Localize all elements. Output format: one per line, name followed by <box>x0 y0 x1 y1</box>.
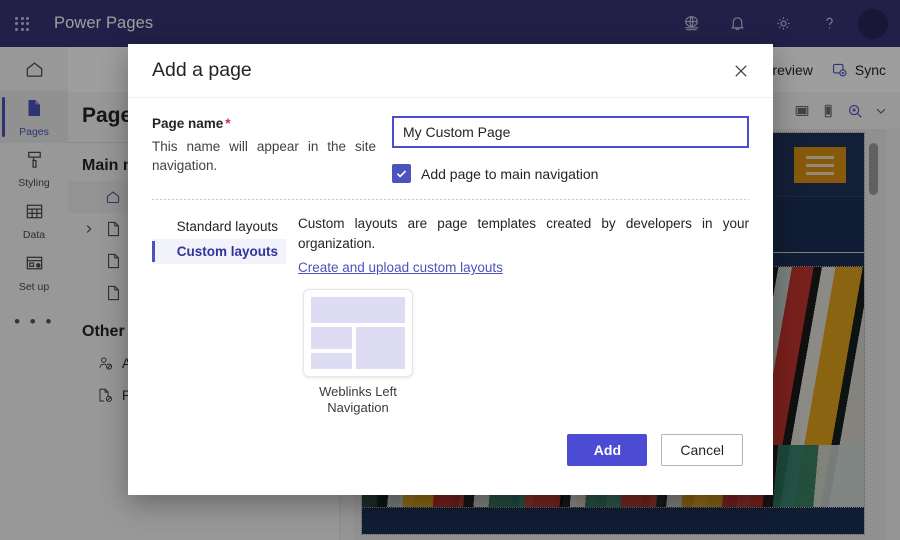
tab-standard-layouts[interactable]: Standard layouts <box>152 214 286 239</box>
thumb-block-right <box>356 327 405 370</box>
power-pages-app: Power Pages Pages Styling Data Set up • … <box>0 0 900 540</box>
layout-tab-panel: Custom layouts are page templates create… <box>286 214 749 417</box>
add-page-dialog: Add a page Page name * This name will app… <box>128 44 773 495</box>
layout-thumbnail-grid: Weblinks Left Navigation <box>298 289 749 417</box>
page-name-input[interactable] <box>392 116 749 148</box>
page-name-input-group: Add page to main navigation <box>392 116 749 183</box>
main-nav-checkbox-label: Add page to main navigation <box>421 165 599 182</box>
page-name-label-group: Page name * This name will appear in the … <box>152 116 392 183</box>
layout-thumbnail-preview <box>303 289 413 378</box>
dialog-title: Add a page <box>152 59 252 81</box>
page-name-label: Page name * <box>152 116 376 131</box>
thumb-block-header <box>311 297 405 324</box>
tab-custom-layouts[interactable]: Custom layouts <box>152 239 286 264</box>
dialog-footer: Add Cancel <box>128 419 773 495</box>
thumb-block-body <box>311 327 405 370</box>
thumb-block-left-top <box>311 327 353 349</box>
close-icon[interactable] <box>725 55 757 87</box>
dialog-header: Add a page <box>128 44 773 98</box>
page-name-help-text: This name will appear in the site naviga… <box>152 139 376 174</box>
thumb-block-left-bottom <box>311 352 353 370</box>
layouts-section: Standard layouts Custom layouts Custom l… <box>152 200 749 417</box>
required-marker: * <box>225 116 231 131</box>
dialog-body: Page name * This name will appear in the … <box>128 98 773 419</box>
layout-tab-list: Standard layouts Custom layouts <box>152 214 286 417</box>
thumb-block-left-column <box>311 327 353 370</box>
create-upload-custom-layouts-link[interactable]: Create and upload custom layouts <box>298 260 503 275</box>
cancel-button[interactable]: Cancel <box>661 434 743 466</box>
page-name-label-text: Page name <box>152 116 224 131</box>
add-button[interactable]: Add <box>567 434 648 466</box>
main-nav-checkbox-row[interactable]: Add page to main navigation <box>392 164 749 183</box>
main-nav-checkbox[interactable] <box>392 164 411 183</box>
page-name-field-row: Page name * This name will appear in the … <box>152 98 749 183</box>
layout-thumbnail-label: Weblinks Left Navigation <box>319 384 397 416</box>
layout-thumbnail-weblinks-left-navigation[interactable]: Weblinks Left Navigation <box>298 289 418 417</box>
layout-description: Custom layouts are page templates create… <box>298 216 749 251</box>
